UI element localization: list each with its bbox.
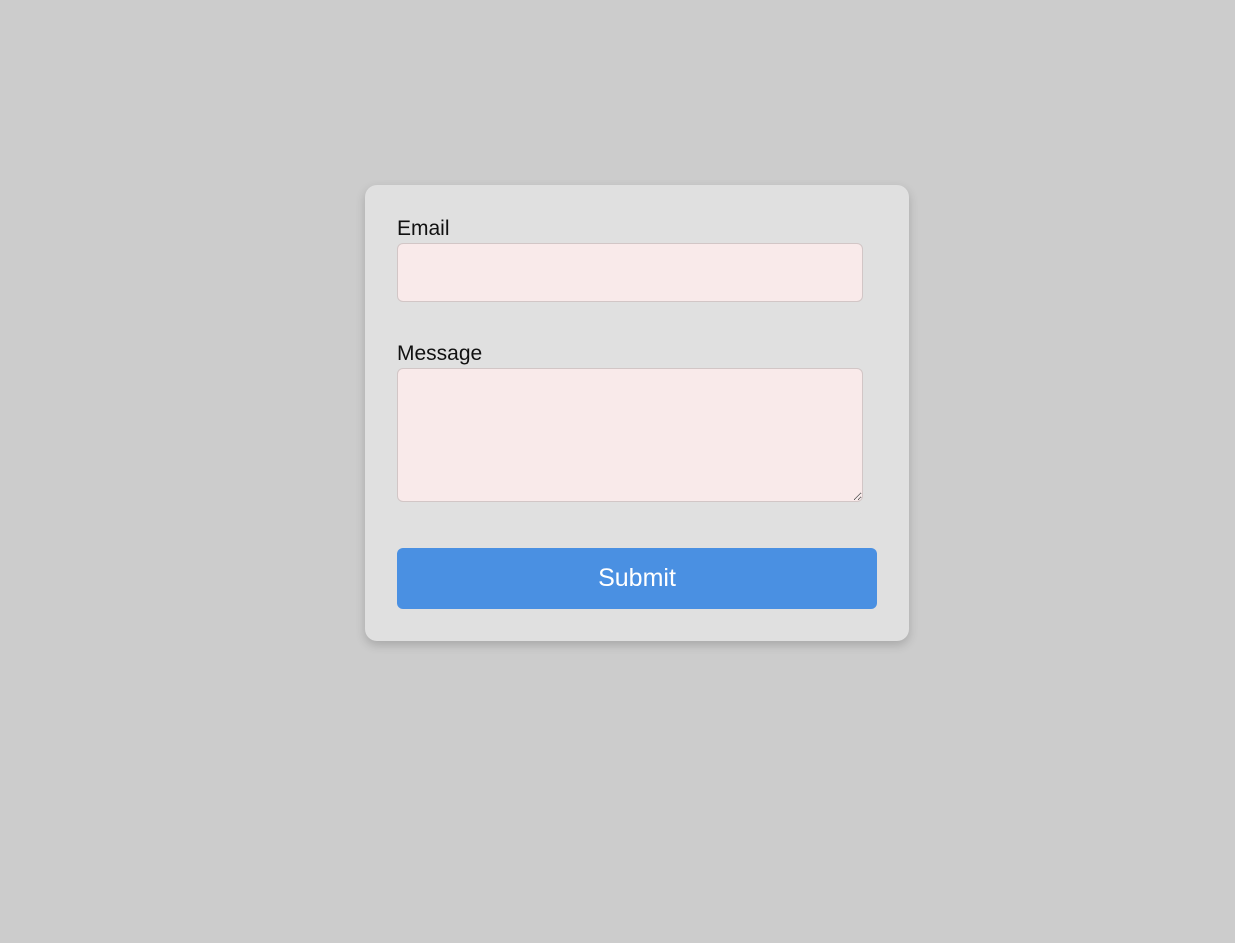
contact-form-card: Email Message Submit [365, 185, 909, 641]
submit-button[interactable]: Submit [397, 548, 877, 609]
email-label: Email [397, 217, 450, 240]
message-label: Message [397, 342, 483, 365]
email-field[interactable] [397, 243, 863, 302]
message-field[interactable] [397, 368, 863, 502]
